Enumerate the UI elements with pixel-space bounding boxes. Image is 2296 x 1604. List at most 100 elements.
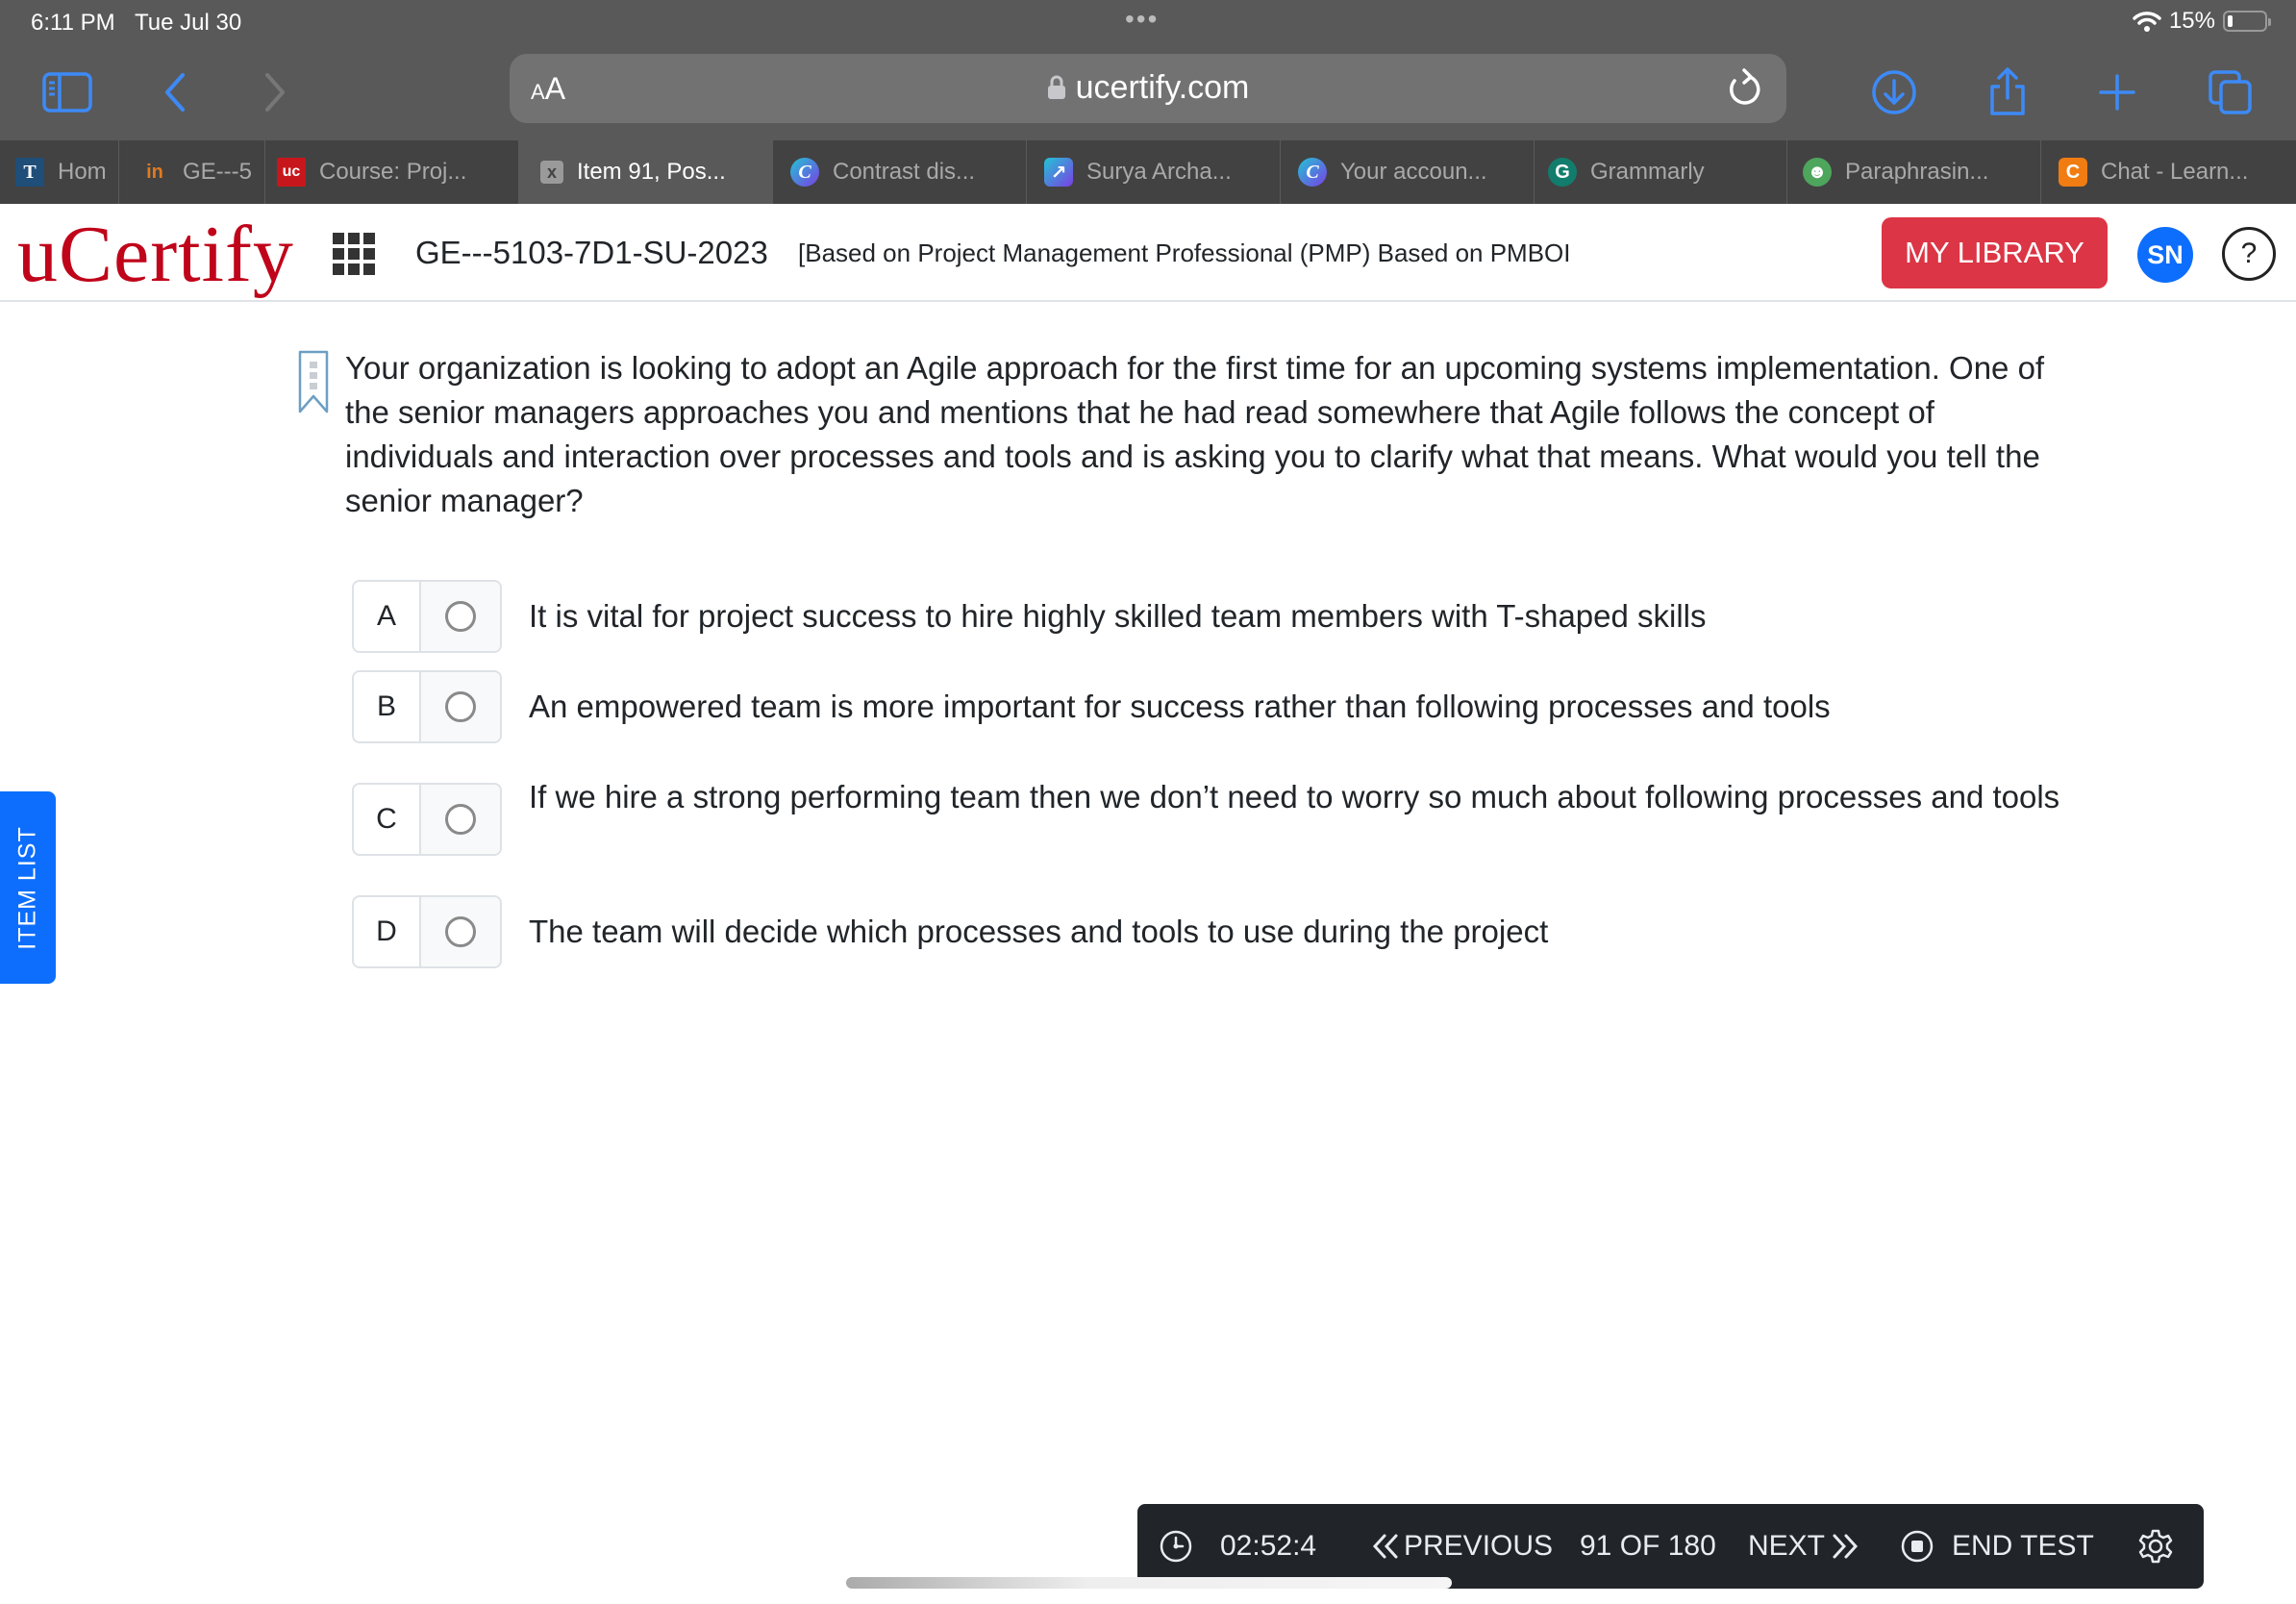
item-list-label: ITEM LIST	[13, 825, 41, 950]
plus-icon	[2099, 74, 2135, 111]
url-text: ucertify.com	[1075, 69, 1250, 106]
sidebar-icon	[42, 72, 92, 113]
option-radio[interactable]	[421, 785, 500, 854]
tab-favicon-icon: T	[15, 158, 44, 187]
tab-label: Contrast dis...	[833, 159, 976, 185]
browser-tab[interactable]: C Contrast dis...	[773, 140, 1027, 204]
tab-label: Surya Archa...	[1086, 159, 1232, 185]
ucertify-logo[interactable]: uCertify	[17, 208, 294, 301]
tab-favicon-icon: uc	[277, 158, 306, 187]
browser-tab[interactable]: C Chat - Learn...	[2041, 140, 2296, 204]
my-library-button[interactable]: MY LIBRARY	[1882, 217, 2108, 288]
tab-favicon-icon: ↗	[1044, 158, 1073, 187]
battery-icon	[2223, 11, 2271, 32]
browser-tab-active[interactable]: x Item 91, Pos...	[519, 140, 773, 204]
address-bar[interactable]: AA ucertify.com	[510, 54, 1786, 123]
canva-favicon-icon: C	[790, 158, 819, 187]
quillbot-favicon-icon: ☻	[1803, 158, 1832, 187]
browser-tabs: T Hom in GE---5 uc Course: Proj... x Ite…	[0, 140, 2296, 204]
tab-label: Course: Proj...	[319, 159, 467, 185]
option-text[interactable]: It is vital for project success to hire …	[529, 594, 2067, 639]
browser-tab[interactable]: ☻ Paraphrasin...	[1787, 140, 2041, 204]
url-display[interactable]: ucertify.com	[510, 69, 1786, 107]
new-tab-button[interactable]	[2088, 63, 2146, 121]
tab-label: Grammarly	[1590, 159, 1705, 185]
tab-label: Paraphrasin...	[1845, 159, 1989, 185]
browser-tab[interactable]: in GE---5	[119, 140, 265, 204]
option-selector[interactable]: A	[352, 580, 502, 653]
status-bar: 6:11 PM Tue Jul 30 ••• 15%	[0, 0, 2296, 44]
grid-dot	[333, 233, 344, 244]
answer-option-b[interactable]: B An empowered team is more important fo…	[352, 670, 1831, 743]
browser-toolbar: AA ucertify.com	[0, 44, 2296, 140]
timer-value: 02:52:4	[1220, 1530, 1317, 1562]
forward-button[interactable]	[246, 63, 304, 121]
option-radio[interactable]	[421, 672, 500, 741]
settings-button[interactable]	[2137, 1504, 2174, 1589]
option-selector[interactable]: C	[352, 783, 502, 856]
timer: 02:52:4	[1159, 1504, 1316, 1589]
option-text[interactable]: If we hire a strong performing team then…	[529, 775, 2240, 819]
user-avatar[interactable]: SN	[2137, 227, 2193, 283]
item-list-tab[interactable]: ITEM LIST	[0, 791, 56, 984]
option-selector[interactable]: B	[352, 670, 502, 743]
option-letter: C	[354, 785, 421, 854]
answer-option-a[interactable]: A It is vital for project success to hir…	[352, 580, 1707, 653]
browser-tab[interactable]: G Grammarly	[1535, 140, 1787, 204]
close-tab-icon[interactable]: x	[540, 161, 563, 184]
tab-label: Chat - Learn...	[2101, 159, 2249, 185]
option-letter: A	[354, 582, 421, 651]
chat-favicon-icon: C	[2059, 158, 2087, 187]
multitasking-dots[interactable]: •••	[1125, 4, 1159, 35]
help-button[interactable]: ?	[2222, 227, 2276, 281]
app-header: uCertify GE---5103-7D1-SU-2023 [Based on…	[0, 204, 2296, 302]
option-text[interactable]: An empowered team is more important for …	[529, 685, 2067, 729]
tab-overview-button[interactable]	[2202, 63, 2259, 121]
previous-button[interactable]: PREVIOUS	[1371, 1504, 1553, 1589]
course-code: GE---5103-7D1-SU-2023	[415, 235, 768, 270]
grid-dot	[363, 248, 375, 260]
test-navigation-bar: 02:52:4 PREVIOUS 91 OF 180 NEXT END TEST	[1137, 1504, 2204, 1589]
option-letter: B	[354, 672, 421, 741]
reload-button[interactable]	[1725, 67, 1763, 114]
option-letter: D	[354, 897, 421, 966]
lock-icon	[1047, 75, 1065, 99]
sidebar-toggle-button[interactable]	[38, 63, 96, 121]
browser-tab[interactable]: C Your accoun...	[1281, 140, 1535, 204]
downloads-button[interactable]	[1865, 63, 1923, 121]
gear-icon	[2138, 1529, 2173, 1564]
share-button[interactable]	[1979, 63, 2036, 121]
end-test-label: END TEST	[1952, 1530, 2094, 1562]
grid-dot	[363, 263, 375, 275]
horizontal-scroll-indicator[interactable]	[846, 1577, 1452, 1589]
battery-percent: 15%	[2168, 8, 2215, 34]
apps-grid-button[interactable]	[333, 233, 375, 275]
next-button[interactable]: NEXT	[1748, 1504, 1859, 1589]
question-text: Your organization is looking to adopt an…	[345, 350, 2045, 518]
canva-favicon-icon: C	[1298, 158, 1327, 187]
course-name: [Based on Project Management Professiona…	[798, 238, 1571, 267]
tab-favicon-icon: in	[146, 161, 163, 183]
browser-tab[interactable]: uc Course: Proj...	[265, 140, 519, 204]
chevron-right-icon	[265, 73, 285, 112]
radio-circle-icon	[445, 804, 476, 835]
status-right: 15%	[2133, 8, 2271, 35]
double-chevron-right-icon	[1833, 1534, 1859, 1559]
answer-option-d[interactable]: D The team will decide which processes a…	[352, 895, 1548, 968]
grid-dot	[363, 233, 375, 244]
status-date: Tue Jul 30	[135, 10, 242, 36]
option-text[interactable]: The team will decide which processes and…	[529, 910, 2067, 954]
bookmark-button[interactable]	[298, 350, 329, 418]
end-test-button[interactable]: END TEST	[1900, 1504, 2094, 1589]
back-button[interactable]	[146, 63, 204, 121]
reload-icon	[1730, 68, 1760, 105]
answer-option-c[interactable]: C If we hire a strong performing team th…	[352, 779, 2059, 856]
browser-tab[interactable]: ↗ Surya Archa...	[1027, 140, 1281, 204]
download-icon	[1872, 70, 1916, 114]
option-radio[interactable]	[421, 582, 500, 651]
option-selector[interactable]: D	[352, 895, 502, 968]
double-chevron-left-icon	[1372, 1534, 1398, 1559]
option-radio[interactable]	[421, 897, 500, 966]
browser-tab[interactable]: T Hom	[0, 140, 119, 204]
grid-dot	[333, 248, 344, 260]
